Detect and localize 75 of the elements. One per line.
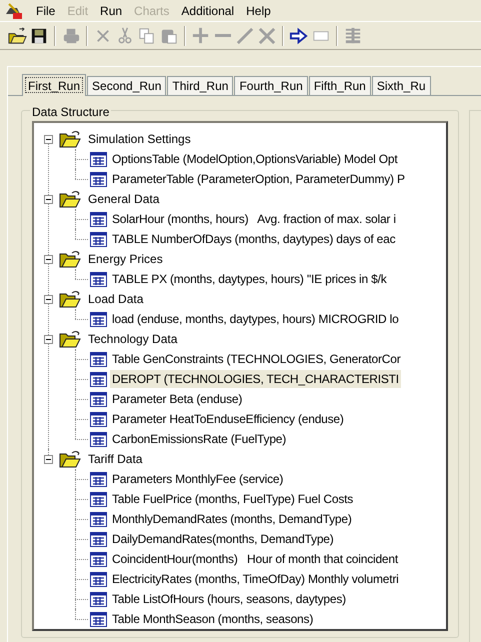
tree-item[interactable]: SolarHour (months, hours) Avg. fraction of max. solar i bbox=[110, 210, 398, 228]
tree-item[interactable]: DailyDemandRates(months, DemandType) bbox=[110, 530, 336, 548]
cross-icon bbox=[257, 26, 277, 46]
tree-folder-label[interactable]: Energy Prices bbox=[88, 250, 163, 268]
bar-chart-icon bbox=[343, 26, 363, 46]
menu-item[interactable]: Help bbox=[246, 2, 271, 20]
tree-item[interactable]: Parameter Beta (enduse) bbox=[110, 390, 244, 408]
table-icon bbox=[90, 172, 107, 186]
open-folder-icon bbox=[59, 290, 81, 308]
open-folder-icon bbox=[59, 330, 81, 348]
table-icon bbox=[90, 272, 107, 286]
tab[interactable]: Third_Run bbox=[167, 76, 234, 95]
collapse-icon[interactable] bbox=[44, 254, 53, 264]
tree-item[interactable]: CoincidentHour(months) Hour of month that coincident bbox=[110, 550, 400, 568]
tree-item[interactable]: Table MonthSeason (months, seasons) bbox=[110, 610, 316, 628]
table-icon bbox=[90, 412, 107, 426]
collapse-icon[interactable] bbox=[44, 134, 53, 144]
tab[interactable]: Fifth_Run bbox=[308, 76, 371, 95]
table-icon bbox=[90, 552, 107, 566]
table-icon bbox=[90, 152, 107, 166]
table-icon bbox=[90, 492, 107, 506]
arrow-right-icon bbox=[289, 26, 309, 46]
tree-item[interactable]: CarbonEmissionsRate (FuelType) bbox=[110, 430, 288, 448]
collapse-icon[interactable] bbox=[44, 334, 53, 344]
table-icon bbox=[90, 392, 107, 406]
plus-icon bbox=[191, 26, 211, 46]
table-icon bbox=[90, 472, 107, 486]
tree-folder-label[interactable]: Load Data bbox=[88, 290, 144, 308]
open-folder-icon bbox=[59, 250, 81, 268]
table-icon bbox=[90, 372, 107, 386]
tree-item[interactable]: DEROPT (TECHNOLOGIES, TECH_CHARACTERISTI bbox=[110, 370, 401, 388]
tab[interactable]: Sixth_Ru bbox=[372, 76, 431, 95]
collapse-icon[interactable] bbox=[44, 194, 53, 204]
table-icon bbox=[90, 612, 107, 626]
table-icon bbox=[90, 232, 107, 246]
table-icon bbox=[90, 512, 107, 526]
open-folder-icon bbox=[59, 130, 81, 148]
tree-item[interactable]: OptionsTable (ModelOption,OptionsVariable) Model Opt bbox=[110, 150, 400, 168]
tab[interactable]: Second_Run bbox=[87, 76, 166, 95]
tab[interactable]: Fourth_Run bbox=[234, 76, 308, 95]
tree-item[interactable]: Parameter HeatToEnduseEfficiency (enduse) bbox=[110, 410, 346, 428]
tree-item[interactable]: ParameterTable (ParameterOption, ParameterDummy) P bbox=[110, 170, 407, 188]
minus-icon bbox=[214, 34, 232, 38]
tree-item[interactable]: load (enduse, months, daytypes, hours) MICROGRID lo bbox=[110, 310, 401, 328]
table-icon bbox=[90, 212, 107, 226]
tree-item[interactable]: Parameters MonthlyFee (service) bbox=[110, 470, 286, 488]
tree-item[interactable]: TABLE NumberOfDays (months, daytypes) days of eac bbox=[110, 230, 398, 248]
tree-folder-label[interactable]: General Data bbox=[88, 190, 160, 208]
menu-item[interactable]: Run bbox=[100, 2, 122, 20]
table-icon bbox=[90, 352, 107, 366]
open-folder-icon bbox=[59, 450, 81, 468]
menu-item[interactable]: File bbox=[36, 2, 56, 20]
tree-item[interactable]: TABLE PX (months, daytypes, hours) ''IE prices in $/k bbox=[110, 270, 389, 288]
tab[interactable]: First_Run bbox=[22, 74, 86, 96]
collapse-icon[interactable] bbox=[44, 454, 53, 464]
table-icon bbox=[90, 432, 107, 446]
table-icon bbox=[90, 592, 107, 606]
table-icon bbox=[90, 532, 107, 546]
menu-item[interactable]: Additional bbox=[181, 2, 234, 20]
tree-item[interactable]: ElectricityRates (months, TimeOfDay) Monthly volumetri bbox=[110, 570, 401, 588]
slash-icon bbox=[235, 26, 255, 46]
tree-item[interactable]: Table FuelPrice (months, FuelType) Fuel Costs bbox=[110, 490, 356, 508]
collapse-icon[interactable] bbox=[44, 294, 53, 304]
tree-item[interactable]: Table GenConstraints (TECHNOLOGIES, GeneratorCor bbox=[110, 350, 403, 368]
tree-folder-label[interactable]: Tariff Data bbox=[88, 450, 142, 468]
tree-folder-label[interactable]: Simulation Settings bbox=[88, 130, 191, 148]
open-folder-icon bbox=[7, 26, 27, 46]
table-icon bbox=[90, 312, 107, 326]
tree-folder-label[interactable]: Technology Data bbox=[88, 330, 178, 348]
app-logo-icon bbox=[4, 2, 24, 20]
open-folder-icon bbox=[59, 190, 81, 208]
table-icon bbox=[90, 572, 107, 586]
tree-item[interactable]: Table ListOfHours (hours, seasons, daytypes) bbox=[110, 590, 348, 608]
tree-item[interactable]: MonthlyDemandRates (months, DemandType) bbox=[110, 510, 354, 528]
open-folder-button[interactable] bbox=[6, 24, 28, 46]
